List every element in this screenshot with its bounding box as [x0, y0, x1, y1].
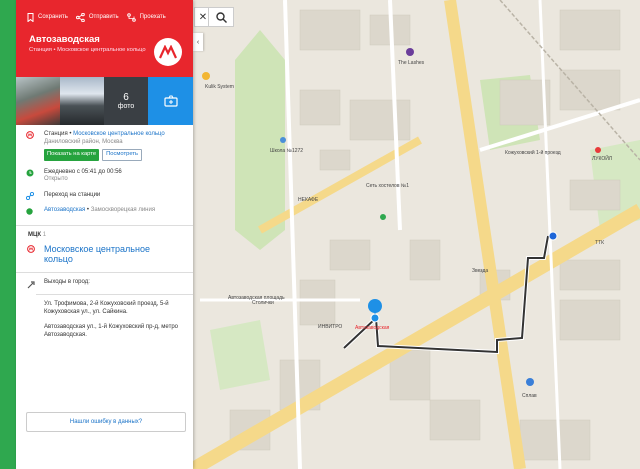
report-error-label: Нашли ошибку в данных? — [69, 419, 143, 425]
map-label-necafe[interactable]: НЕКАФЕ — [298, 197, 318, 203]
mck-line-item[interactable]: Московское центральное кольцо — [16, 238, 193, 264]
route-icon — [126, 12, 136, 22]
mck-line-icon — [27, 244, 35, 253]
map-label-kozhukh: Кожуховский 1-й проезд — [505, 150, 561, 156]
map-label-metro-station[interactable]: Автозаводская — [355, 325, 389, 331]
exits-title: Выходы в город: — [44, 278, 90, 285]
exit-item: Ул. Трофимова, 2-й Кожуховский проезд, 5… — [16, 295, 193, 316]
exit-icon — [27, 280, 35, 288]
exit-text: Ул. Трофимова, 2-й Кожуховский проезд, 5… — [44, 301, 169, 315]
photo-strip: 6 фото — [16, 77, 193, 125]
chevron-left-icon: ‹ — [196, 38, 200, 46]
header-actions: Сохранить Отправить Проехать — [16, 0, 193, 34]
card-header: Сохранить Отправить Проехать Автозаводск… — [16, 0, 193, 77]
map-label-lukoil[interactable]: ЛУКОЙЛ — [592, 156, 612, 162]
map-label-ttk: ТТК — [595, 240, 605, 246]
map-label-hostel[interactable]: Сеть хостелов №1 — [366, 183, 409, 189]
photo-thumbnail[interactable] — [60, 77, 104, 125]
transfer-title: Переход на станции — [44, 191, 101, 198]
close-icon: ✕ — [198, 11, 208, 23]
mck-line-link[interactable]: Московское центральное кольцо — [44, 244, 150, 264]
report-error-button[interactable]: Нашли ошибку в данных? — [26, 412, 186, 432]
save-label: Сохранить — [38, 14, 68, 20]
search-button[interactable] — [208, 7, 234, 27]
exit-item: Автозаводская ул., 1-й Кожуховский пр-д,… — [16, 316, 193, 339]
transfer-line: Замоскворецкая линия — [90, 207, 156, 213]
mck-header: МЦК 1 — [16, 226, 193, 238]
exits-section: Выходы в город: — [16, 273, 193, 288]
add-photo-button[interactable] — [148, 77, 193, 125]
mck-logo-icon — [159, 45, 177, 59]
bookmark-icon — [27, 12, 34, 22]
map-label-square: Автозаводская площадь — [228, 295, 285, 301]
station-type: Станция — [44, 131, 68, 137]
look-button[interactable]: Посмотреть — [102, 149, 143, 161]
route-label: Проехать — [139, 14, 166, 20]
photo-thumbnail[interactable] — [16, 77, 60, 125]
mck-line-strip — [0, 0, 16, 469]
transfer-station: Автозаводская • Замоскворецкая линия — [16, 199, 193, 215]
district: Даниловский район, Москва — [44, 138, 123, 145]
photo-count: 6 — [123, 92, 129, 103]
photo-count-label: фото — [117, 103, 135, 110]
map-label-zvezda[interactable]: Звезда — [472, 268, 488, 274]
collapse-panel-button[interactable]: ‹ — [193, 33, 203, 51]
map-label-splav[interactable]: Сплав — [522, 393, 537, 399]
mck-station-icon — [26, 131, 34, 139]
map-label-school[interactable]: Школа №1272 — [270, 148, 303, 154]
place-card-panel: Сохранить Отправить Проехать Автозаводск… — [16, 0, 193, 469]
share-icon — [75, 12, 85, 22]
map-label-lashes[interactable]: The Lashes — [398, 60, 424, 66]
map-label-invitro[interactable]: ИНВИТРО — [318, 324, 342, 330]
search-icon — [215, 11, 227, 23]
clock-icon — [26, 169, 34, 176]
station-info: Станция • Московское центральное кольцо … — [16, 125, 193, 161]
metro-line-icon — [26, 208, 33, 215]
transfer-station-link[interactable]: Автозаводская — [44, 207, 85, 213]
exit-text: Автозаводская ул., 1-й Кожуховский пр-д,… — [44, 324, 178, 338]
photo-count-tile[interactable]: 6 фото — [104, 77, 148, 125]
mck-logo — [154, 38, 182, 66]
hours-status: Открыто — [44, 176, 68, 182]
route-button[interactable]: Проехать — [126, 12, 166, 22]
map-label-kulik[interactable]: Kulik System — [205, 84, 234, 90]
hours-text: Ежедневно с 05:41 до 00:56 — [44, 168, 122, 175]
line-link[interactable]: Московское центральное кольцо — [73, 131, 165, 137]
save-button[interactable]: Сохранить — [27, 12, 68, 22]
share-button[interactable]: Отправить — [75, 12, 119, 22]
show-on-map-button[interactable]: Показать на карте — [44, 149, 100, 161]
transfer-info: Переход на станции — [16, 184, 193, 200]
share-label: Отправить — [88, 14, 119, 20]
camera-plus-icon — [163, 95, 178, 107]
hours-info: Ежедневно с 05:41 до 00:56 Открыто — [16, 161, 193, 184]
